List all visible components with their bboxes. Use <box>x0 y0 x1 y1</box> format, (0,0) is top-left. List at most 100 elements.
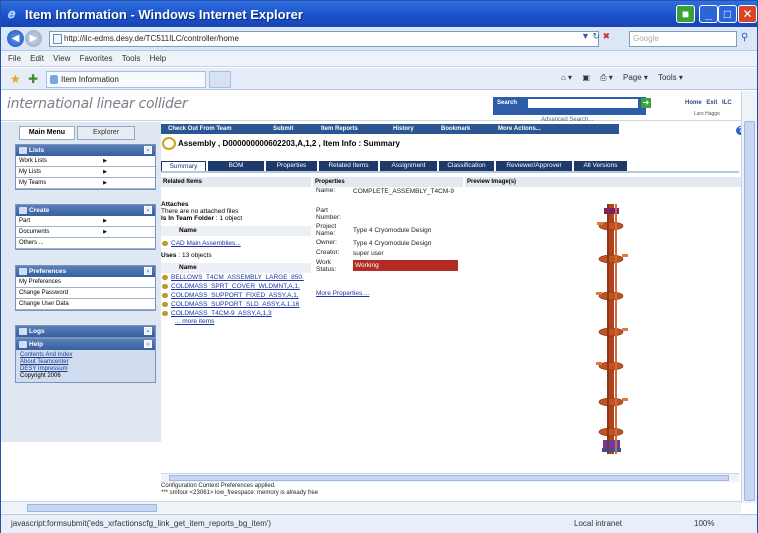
item-tabs: Summary BOM Properties Related Items Ass… <box>161 161 656 171</box>
collapse-icon[interactable]: - <box>144 340 152 348</box>
help-link-contents[interactable]: Contents And Index <box>20 352 151 359</box>
forward-button[interactable]: ▶ <box>25 30 42 47</box>
search-icon[interactable]: ⚲ <box>741 32 748 43</box>
nav-bookmark[interactable]: Bookmark <box>441 124 470 134</box>
sidebar-item-others[interactable]: Others ... <box>16 238 155 249</box>
sidebar-item-my-lists[interactable]: My Lists ▶ <box>16 167 155 178</box>
scroll-thumb[interactable] <box>27 504 157 512</box>
tab-all-versions[interactable]: All Versions <box>574 161 628 171</box>
scroll-thumb[interactable] <box>744 121 755 501</box>
nav-item-reports[interactable]: Item Reports <box>321 124 358 134</box>
new-tab-button[interactable] <box>209 71 231 88</box>
tab-summary[interactable]: Summary <box>161 161 206 171</box>
menu-file[interactable]: File <box>8 51 21 66</box>
collapse-icon[interactable]: - <box>144 327 152 335</box>
help-link-impressum[interactable]: DESY Impressum <box>20 366 151 373</box>
more-properties-link[interactable]: More Properties ... <box>316 290 466 297</box>
create-header[interactable]: Create - <box>16 205 155 216</box>
sidebar-item-change-password[interactable]: Change Password <box>16 288 155 299</box>
uses-item[interactable]: BELLOWS_T4CM_ASSEMBLY_LARGE_850. <box>161 273 311 282</box>
home-link[interactable]: Home <box>685 100 702 106</box>
tab-properties[interactable]: Properties <box>266 161 318 171</box>
uses-item[interactable]: COLDMASS_SUPPORT_SLD_ASSY,A,1,16 <box>161 300 311 309</box>
sidebar-item-label: My Lists <box>19 169 42 175</box>
item-heading: Assembly , D000000000602203,A,1,2 , Item… <box>161 137 621 151</box>
favorites-star-icon[interactable]: ★ <box>10 72 21 86</box>
create-icon <box>19 207 27 214</box>
prop-label: Creator: <box>316 249 340 256</box>
tab-reviewer-approver[interactable]: Reviewer/Approver <box>496 161 573 171</box>
sidebar-item-change-user-data[interactable]: Change User Data <box>16 299 155 310</box>
nav-history[interactable]: History <box>393 124 414 134</box>
attaches-text: There are no attached files <box>161 208 239 215</box>
sidebar-item-my-teams[interactable]: My Teams ▶ <box>16 178 155 189</box>
menu-favorites[interactable]: Favorites <box>80 51 113 66</box>
help-header[interactable]: Help - <box>16 339 155 350</box>
prop-row-work-status: Work Status: Working <box>316 259 466 276</box>
page-horizontal-scrollbar[interactable] <box>1 501 741 513</box>
ilc-link[interactable]: ILC <box>722 100 732 106</box>
collapse-icon[interactable]: - <box>144 267 152 275</box>
vertical-scrollbar[interactable] <box>741 91 757 503</box>
tab-main-menu[interactable]: Main Menu <box>19 126 75 140</box>
search-go-icon[interactable]: ➜ <box>641 98 651 108</box>
command-bar: ⌂ ▾ ▣ ⎙ ▾ Page ▾ Tools ▾ <box>561 73 691 83</box>
scroll-thumb[interactable] <box>169 475 729 481</box>
app-icon[interactable]: ■ <box>676 5 695 23</box>
sidebar-item-my-preferences[interactable]: My Preferences <box>16 277 155 288</box>
prop-label: Name: <box>316 187 336 194</box>
chevron-right-icon: ▶ <box>103 229 107 235</box>
zoom-level[interactable]: 100% <box>694 519 714 528</box>
add-favorite-icon[interactable]: ✚ <box>28 72 38 86</box>
tab-classification[interactable]: Classification <box>439 161 495 171</box>
home-icon[interactable]: ⌂ ▾ <box>561 73 572 82</box>
collapse-icon[interactable]: - <box>144 206 152 214</box>
minimize-button[interactable]: _ <box>699 5 718 23</box>
menu-help[interactable]: Help <box>150 51 166 66</box>
folder-link[interactable]: CAD Main Assemblies... <box>161 239 311 248</box>
exit-link[interactable]: Exit <box>706 100 717 106</box>
favorites-bar: ★ ✚ Item Information ⌂ ▾ ▣ ⎙ ▾ Page ▾ To… <box>1 68 757 90</box>
maximize-button[interactable]: □ <box>718 5 737 23</box>
nav-more-actions[interactable]: More Actions... <box>498 124 541 134</box>
logs-header[interactable]: Logs - <box>16 326 155 337</box>
sidebar-item-part[interactable]: Part ▶ <box>16 216 155 227</box>
horizontal-scrollbar[interactable] <box>161 473 739 482</box>
create-panel: Create - Part ▶ Documents ▶ Others ... <box>15 204 156 250</box>
tools-menu[interactable]: Tools ▾ <box>658 73 683 82</box>
refresh-stop-icons[interactable]: ▼ ↻ ✖ <box>581 31 610 42</box>
page-menu[interactable]: Page ▾ <box>623 73 648 82</box>
app-search-input[interactable] <box>528 99 638 108</box>
back-button[interactable]: ◀ <box>7 30 24 47</box>
nav-check-out[interactable]: Check Out From Team <box>168 124 232 134</box>
sidebar-item-work-lists[interactable]: Work Lists ▶ <box>16 156 155 167</box>
tab-explorer[interactable]: Explorer <box>77 126 135 140</box>
assembly-icon <box>162 137 176 150</box>
uses-item[interactable]: COLDMASS_SUPPORT_FIXED_ASSY,A,1, <box>161 291 311 300</box>
url-field[interactable]: http://ilc-edms.desy.de/TC511ILC/control… <box>49 31 599 47</box>
close-button[interactable]: ✕ <box>738 5 757 23</box>
browser-search-input[interactable]: Google <box>629 31 737 47</box>
sidebar-item-documents[interactable]: Documents ▶ <box>16 227 155 238</box>
tab-assignment[interactable]: Assignment <box>380 161 438 171</box>
page-content: international linear collider Search ➜ A… <box>1 91 741 503</box>
collapse-icon[interactable]: - <box>144 146 152 154</box>
browser-tab[interactable]: Item Information <box>46 71 206 88</box>
uses-item[interactable]: COLDMASS_SPRT_COVER_WLDMNT,A,1, <box>161 282 311 291</box>
nav-submit[interactable]: Submit <box>273 124 293 134</box>
preferences-header[interactable]: Preferences - <box>16 266 155 277</box>
uses-item[interactable]: COLDMASS_T4CM-9_ASSY,A,1,3 <box>161 309 311 318</box>
lists-header[interactable]: Lists - <box>16 145 155 156</box>
print-icon[interactable]: ⎙ ▾ <box>600 73 613 82</box>
menu-tools[interactable]: Tools <box>122 51 141 66</box>
menu-view[interactable]: View <box>53 51 70 66</box>
menu-edit[interactable]: Edit <box>30 51 44 66</box>
tab-bom[interactable]: BOM <box>208 161 265 171</box>
tab-related-items[interactable]: Related Items <box>319 161 379 171</box>
team-folder-line: Is In Team Folder : 1 object <box>161 215 311 222</box>
create-title: Create <box>29 207 50 214</box>
preview-image[interactable] <box>582 204 642 459</box>
help-link-about[interactable]: About Teamcenter <box>20 359 151 366</box>
more-items-link[interactable]: ... more items <box>161 318 311 325</box>
feeds-icon[interactable]: ▣ <box>582 73 590 82</box>
